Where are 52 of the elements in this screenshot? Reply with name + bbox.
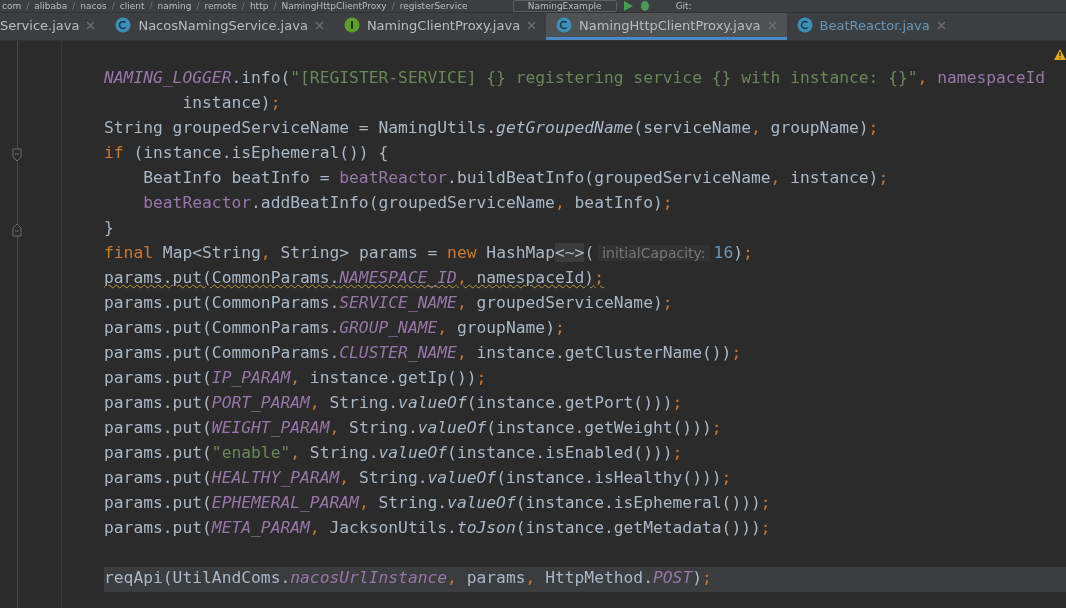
close-icon[interactable] [86, 20, 96, 30]
code-line: params.put(EPHEMERAL_PARAM, String.valueOf(instance.isEphemeral())); [104, 492, 772, 514]
breadcrumb-item[interactable]: nacos [80, 0, 107, 12]
code-line: instance); [181, 92, 282, 114]
code-line: params.put(IP_PARAM, instance.getIp()); [104, 367, 488, 389]
close-icon[interactable] [314, 20, 324, 30]
breadcrumb-item[interactable]: com [2, 0, 22, 12]
run-config-dropdown[interactable]: NamingExample [512, 0, 617, 12]
code-line: params.put(META_PARAM, JacksonUtils.toJson(instance.getMetadata())); [104, 517, 772, 539]
breadcrumb-separator: / [26, 0, 30, 12]
breadcrumb-item[interactable]: NamingHttpClientProxy [281, 0, 387, 12]
code-line: String groupedServiceName = NamingUtils.getGroupedName(serviceName, groupName); [104, 117, 880, 139]
breadcrumb-separator: / [149, 0, 153, 12]
breadcrumb-separator: / [273, 0, 277, 12]
fold-marker-icon[interactable] [12, 147, 22, 162]
close-icon[interactable] [936, 20, 946, 30]
breadcrumb-separator: / [196, 0, 200, 12]
editor-tab[interactable]: NamingHttpClientProxy.java [546, 13, 787, 40]
breadcrumb-item[interactable]: remote [204, 0, 237, 12]
fold-marker-icon[interactable] [12, 222, 22, 237]
breadcrumb-item[interactable]: http [249, 0, 269, 12]
breadcrumb-separator: / [391, 0, 395, 12]
code-line: params.put(WEIGHT_PARAM, String.valueOf(instance.getWeight())); [104, 417, 723, 439]
breadcrumb-item[interactable]: alibaba [34, 0, 68, 12]
warning-icon[interactable] [1054, 49, 1066, 60]
breadcrumb-separator: / [241, 0, 245, 12]
close-icon[interactable] [767, 20, 777, 30]
breadcrumb-separator: / [72, 0, 76, 12]
code-line: NAMING_LOGGER.info("[REGISTER-SERVICE] {} registering service {} with instance: {}", namespaceId [104, 67, 1047, 89]
code-line: if (instance.isEphemeral()) { [104, 142, 390, 164]
breadcrumb-item[interactable]: registerService [399, 0, 468, 12]
breadcrumb-item[interactable]: client [119, 0, 145, 12]
code-line: params.put("enable", String.valueOf(instance.isEnabled())); [104, 442, 684, 464]
debug-icon[interactable] [638, 1, 651, 11]
editor-tab[interactable]: Service.java [0, 13, 106, 40]
breadcrumb-separator: / [111, 0, 115, 12]
code-line: params.put(PORT_PARAM, String.valueOf(instance.getPort())); [104, 392, 684, 414]
code-line: BeatInfo beatInfo = beatReactor.buildBeatInfo(groupedServiceName, instance); [142, 167, 890, 189]
code-line: params.put(CommonParams.SERVICE_NAME, groupedServiceName); [104, 292, 674, 314]
code-line: beatReactor.addBeatInfo(groupedServiceName, beatInfo); [142, 192, 674, 214]
editor-tab[interactable]: NamingClientProxy.java [333, 13, 547, 40]
breadcrumb-item[interactable]: naming [157, 0, 192, 12]
code-line: } [104, 217, 115, 239]
code-line: params.put(CommonParams.GROUP_NAME, groupName); [104, 317, 566, 339]
code-line: final Map<String, String> params = new HashMap<~>( initialCapacity: 16); [104, 242, 754, 264]
code-line: params.put(CommonParams.NAMESPACE_ID, namespaceId); [104, 267, 605, 289]
editor-tab[interactable]: NacosNamingService.java [105, 13, 334, 40]
close-icon[interactable] [527, 20, 537, 30]
code-line: params.put(HEALTHY_PARAM, String.valueOf(instance.isHealthy())); [104, 467, 733, 489]
vcs-label: Git: [675, 0, 692, 12]
code-line: params.put(CommonParams.CLUSTER_NAME, instance.getClusterName()); [104, 342, 743, 364]
editor-tab[interactable]: BeatReactor.java [786, 13, 956, 40]
